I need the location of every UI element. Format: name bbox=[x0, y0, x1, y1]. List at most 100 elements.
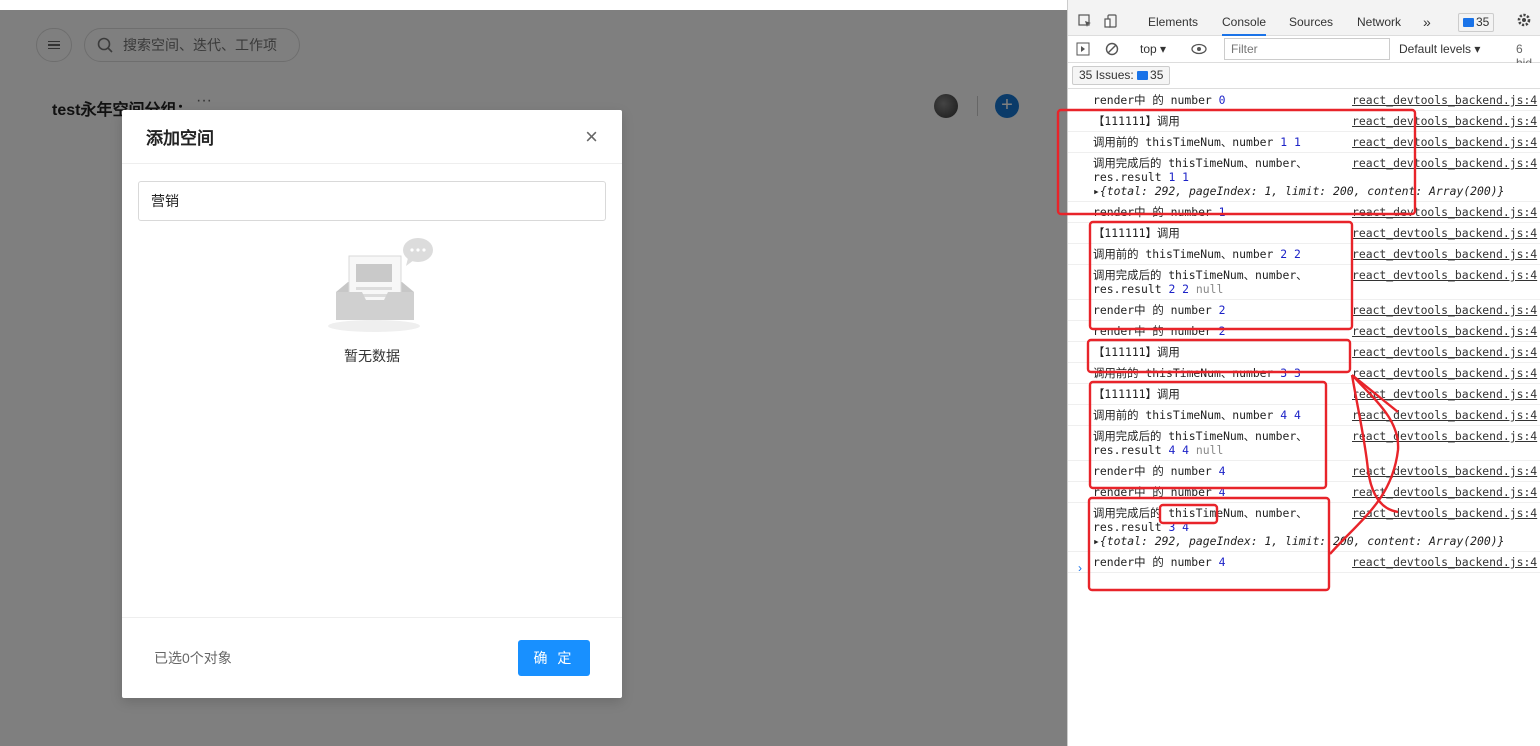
message-icon bbox=[1137, 71, 1149, 80]
log-message: render中 的 number 4 bbox=[1093, 464, 1226, 478]
log-number: 1 bbox=[1218, 205, 1226, 219]
log-source-link[interactable]: react_devtools_backend.js:4 bbox=[1352, 366, 1537, 380]
log-source-link[interactable]: react_devtools_backend.js:4 bbox=[1352, 485, 1537, 499]
log-number: 1 1 bbox=[1168, 170, 1190, 184]
log-message: render中 的 number 2 bbox=[1093, 303, 1226, 317]
tab-sources[interactable]: Sources bbox=[1289, 0, 1333, 36]
log-message: render中 的 number 4 bbox=[1093, 555, 1226, 569]
issues-chip[interactable]: 35 Issues: 35 bbox=[1072, 66, 1171, 85]
console-log-row: 调用完成后的 thisTimeNum、number、 res.result 4 … bbox=[1068, 426, 1540, 461]
log-message: render中 的 number 0 bbox=[1093, 93, 1226, 107]
console-log-row: render中 的 number 2 react_devtools_backend… bbox=[1068, 321, 1540, 342]
log-source-link[interactable]: react_devtools_backend.js:4 bbox=[1352, 408, 1537, 422]
log-source-link[interactable]: react_devtools_backend.js:4 bbox=[1352, 555, 1537, 569]
log-message: 调用前的 thisTimeNum、number 2 2 bbox=[1093, 247, 1301, 261]
empty-state: 暂无数据 bbox=[322, 236, 442, 364]
log-message: render中 的 number 1 bbox=[1093, 205, 1226, 219]
console-log-row: render中 的 number 4 react_devtools_backend… bbox=[1068, 552, 1540, 573]
console-log-row: render中 的 number 4 react_devtools_backend… bbox=[1068, 461, 1540, 482]
log-number: 1 1 bbox=[1280, 135, 1301, 149]
inspect-element-icon[interactable] bbox=[1078, 14, 1092, 28]
console-log-row: 【111111】调用 react_devtools_backend.js:4 bbox=[1068, 223, 1540, 244]
eye-icon[interactable] bbox=[1191, 43, 1207, 55]
log-number: 2 bbox=[1218, 303, 1226, 317]
log-number: 3 4 bbox=[1168, 520, 1190, 534]
log-source-link[interactable]: react_devtools_backend.js:4 bbox=[1352, 345, 1537, 359]
log-source-link[interactable]: react_devtools_backend.js:4 bbox=[1352, 387, 1537, 401]
log-message: 【111111】调用 bbox=[1093, 114, 1180, 128]
log-message: 【111111】调用 bbox=[1093, 387, 1180, 401]
log-number: 2 2 bbox=[1280, 247, 1301, 261]
console-log-list: render中 的 number 0 react_devtools_backend… bbox=[1068, 90, 1540, 573]
console-log-row: 调用完成后的 thisTimeNum、number、 res.result 3 … bbox=[1068, 503, 1540, 552]
log-object-preview[interactable]: ▸{total: 292, pageIndex: 1, limit: 200, … bbox=[1093, 184, 1540, 198]
console-log-row: 【111111】调用 react_devtools_backend.js:4 bbox=[1068, 111, 1540, 132]
empty-text: 暂无数据 bbox=[344, 348, 400, 364]
more-tabs-icon[interactable]: » bbox=[1423, 0, 1431, 36]
log-source-link[interactable]: react_devtools_backend.js:4 bbox=[1352, 506, 1537, 520]
tab-elements[interactable]: Elements bbox=[1148, 0, 1198, 36]
log-message: 【111111】调用 bbox=[1093, 345, 1180, 359]
log-message: render中 的 number 2 bbox=[1093, 324, 1226, 338]
modal-footer: 已选0个对象 确 定 bbox=[122, 617, 622, 698]
issues-badge[interactable]: 35 bbox=[1458, 13, 1495, 32]
log-source-link[interactable]: react_devtools_backend.js:4 bbox=[1352, 226, 1537, 240]
log-number: 4 4 bbox=[1168, 443, 1190, 457]
console-log-row: 【111111】调用 react_devtools_backend.js:4 bbox=[1068, 384, 1540, 405]
log-source-link[interactable]: react_devtools_backend.js:4 bbox=[1352, 135, 1537, 149]
log-number: 2 bbox=[1218, 324, 1226, 338]
console-toolbar: top ▾ Default levels ▾ 6 hid bbox=[1068, 36, 1540, 70]
log-message: 调用前的 thisTimeNum、number 1 1 bbox=[1093, 135, 1301, 149]
log-object-preview[interactable]: ▸{total: 292, pageIndex: 1, limit: 200, … bbox=[1093, 534, 1540, 548]
log-message: 调用完成后的 thisTimeNum、number、 res.result 3 … bbox=[1093, 506, 1308, 534]
log-number: 2 2 bbox=[1168, 282, 1190, 296]
console-log-row: 调用完成后的 thisTimeNum、number、 res.result 2 … bbox=[1068, 265, 1540, 300]
empty-inbox-icon bbox=[328, 238, 433, 332]
log-source-link[interactable]: react_devtools_backend.js:4 bbox=[1352, 303, 1537, 317]
console-log-row: render中 的 number 2 react_devtools_backend… bbox=[1068, 300, 1540, 321]
log-source-link[interactable]: react_devtools_backend.js:4 bbox=[1352, 93, 1537, 107]
sidebar-toggle-icon[interactable] bbox=[1076, 42, 1090, 56]
close-icon[interactable]: × bbox=[585, 125, 598, 148]
confirm-button[interactable]: 确 定 bbox=[518, 640, 590, 676]
filter-input[interactable] bbox=[1224, 38, 1390, 60]
app-window: test永年空间分组： ··· + 添加空间 × 营销 暂无数 bbox=[0, 0, 1067, 746]
console-log-row: 调用前的 thisTimeNum、number 4 4 react_devtool… bbox=[1068, 405, 1540, 426]
log-number: 4 4 bbox=[1280, 408, 1301, 422]
log-message: 调用完成后的 thisTimeNum、number、 res.result 1 … bbox=[1093, 156, 1308, 184]
app-top-strip bbox=[0, 0, 1067, 10]
console-prompt[interactable]: › bbox=[1078, 561, 1082, 575]
log-source-link[interactable]: react_devtools_backend.js:4 bbox=[1352, 114, 1537, 128]
log-message: 调用前的 thisTimeNum、number 3 3 bbox=[1093, 366, 1301, 380]
console-log-row: 调用完成后的 thisTimeNum、number、 res.result 1 … bbox=[1068, 153, 1540, 202]
console-log-row: 调用前的 thisTimeNum、number 2 2 react_devtool… bbox=[1068, 244, 1540, 265]
log-source-link[interactable]: react_devtools_backend.js:4 bbox=[1352, 464, 1537, 478]
message-icon bbox=[1463, 18, 1474, 27]
tab-console[interactable]: Console bbox=[1222, 0, 1267, 36]
console-log-row: 【111111】调用 react_devtools_backend.js:4 bbox=[1068, 342, 1540, 363]
gear-icon[interactable] bbox=[1516, 12, 1532, 28]
log-levels-dropdown[interactable]: Default levels ▾ bbox=[1399, 42, 1480, 56]
log-number: 4 bbox=[1218, 555, 1226, 569]
console-log-row: render中 的 number 4 react_devtools_backend… bbox=[1068, 482, 1540, 503]
console-log-row: 调用前的 thisTimeNum、number 1 1 react_devtool… bbox=[1068, 132, 1540, 153]
log-source-link[interactable]: react_devtools_backend.js:4 bbox=[1352, 324, 1537, 338]
log-null: null bbox=[1189, 443, 1224, 457]
log-source-link[interactable]: react_devtools_backend.js:4 bbox=[1352, 205, 1537, 219]
log-source-link[interactable]: react_devtools_backend.js:4 bbox=[1352, 429, 1537, 443]
issues-bar: 35 Issues: 35 bbox=[1068, 63, 1540, 89]
space-search-field[interactable]: 营销 bbox=[138, 181, 606, 221]
clear-console-icon[interactable] bbox=[1105, 42, 1119, 56]
console-log-row: 调用前的 thisTimeNum、number 3 3 react_devtool… bbox=[1068, 363, 1540, 384]
device-toggle-icon[interactable] bbox=[1104, 14, 1118, 28]
log-source-link[interactable]: react_devtools_backend.js:4 bbox=[1352, 247, 1537, 261]
log-number: 4 bbox=[1218, 464, 1226, 478]
tab-network[interactable]: Network bbox=[1357, 0, 1401, 36]
log-source-link[interactable]: react_devtools_backend.js:4 bbox=[1352, 268, 1537, 282]
log-message: 调用完成后的 thisTimeNum、number、 res.result 2 … bbox=[1093, 268, 1308, 296]
console-log-row: render中 的 number 0 react_devtools_backend… bbox=[1068, 90, 1540, 111]
devtools-panel: Elements Console Sources Network » 35 to… bbox=[1067, 0, 1540, 746]
log-number: 4 bbox=[1218, 485, 1226, 499]
log-source-link[interactable]: react_devtools_backend.js:4 bbox=[1352, 156, 1537, 170]
context-selector[interactable]: top ▾ bbox=[1140, 42, 1166, 56]
